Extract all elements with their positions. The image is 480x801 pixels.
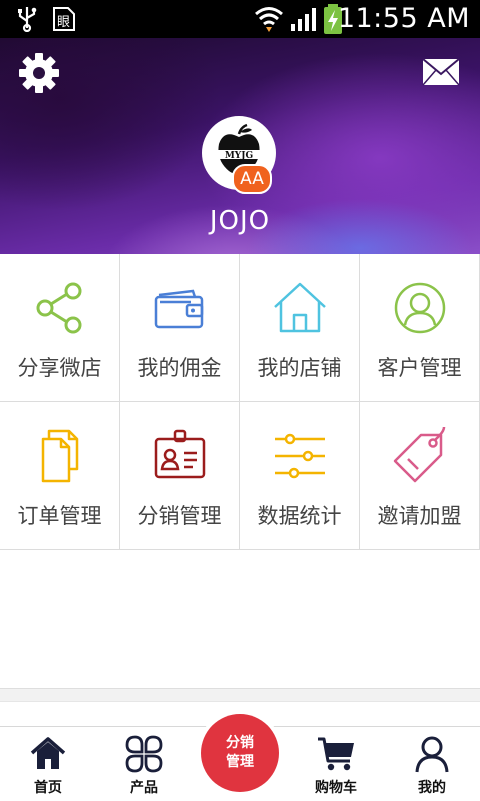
user-circle-icon [394,282,446,334]
usb-icon [18,7,37,32]
username: JOJO [209,206,271,236]
sim-card-icon: 眼 [53,7,75,31]
id-badge-icon [154,429,206,479]
grid-item-customer-management[interactable]: 客户管理 [360,254,480,402]
status-bar: 眼 11:55 AM [0,0,480,38]
grid-item-label: 客户管理 [377,356,462,380]
grid-item-data-statistics[interactable]: 数据统计 [240,402,360,550]
tab-label: 购物车 [315,780,357,796]
grid-item-label: 我的佣金 [137,356,222,380]
person-icon [415,736,449,773]
tab-label: 首页 [34,780,62,796]
clock: 11:55 AM [337,3,470,34]
tab-products[interactable]: 产品 [96,727,192,801]
center-button-line2: 管理 [226,754,254,770]
grid-item-label: 订单管理 [17,504,102,528]
grid-item-share-shop[interactable]: 分享微店 [0,254,120,402]
grid-item-label: 分享微店 [17,356,102,380]
grid-item-distribution-management[interactable]: 分销管理 [120,402,240,550]
tab-label: 产品 [130,780,158,796]
center-button-face: 分销 管理 [201,714,279,792]
gear-icon[interactable] [18,52,60,94]
grid-item-label: 数据统计 [257,504,342,528]
tab-home[interactable]: 首页 [0,727,96,801]
documents-icon [41,429,79,483]
feature-grid: 分享微店 我的佣金 我的店铺 客户管理 订单管理 分销管理 数据统计 邀请加盟 [0,254,480,550]
grid-item-label: 邀请加盟 [377,504,462,528]
center-button-line1: 分销 [226,735,254,751]
share-icon [36,282,82,334]
house-icon [274,282,326,333]
tag-icon [393,427,446,483]
tab-me[interactable]: 我的 [384,727,480,801]
grid-item-label: 我的店铺 [257,356,342,380]
cart-icon [318,737,354,771]
grid-icon [125,735,163,773]
grid-item-my-shop[interactable]: 我的店铺 [240,254,360,402]
svg-text:眼: 眼 [57,15,70,30]
wifi-icon [255,7,283,32]
grid-item-commission[interactable]: 我的佣金 [120,254,240,402]
grid-item-invite-join[interactable]: 邀请加盟 [360,402,480,550]
svg-text:MYJG: MYJG [225,151,253,161]
home-icon [30,737,66,769]
distribution-management-button[interactable]: 分销 管理 [197,710,283,796]
mail-icon[interactable] [422,58,460,86]
tab-label: 我的 [418,780,446,796]
grid-item-order-management[interactable]: 订单管理 [0,402,120,550]
tab-cart[interactable]: 购物车 [288,727,384,801]
section-divider [0,688,480,702]
sliders-icon [275,433,325,479]
level-badge: AA [232,164,272,194]
signal-icon [291,8,316,31]
profile-header: MYJG AA JOJO [0,38,480,254]
grid-item-label: 分销管理 [137,504,222,528]
wallet-icon [154,289,204,329]
